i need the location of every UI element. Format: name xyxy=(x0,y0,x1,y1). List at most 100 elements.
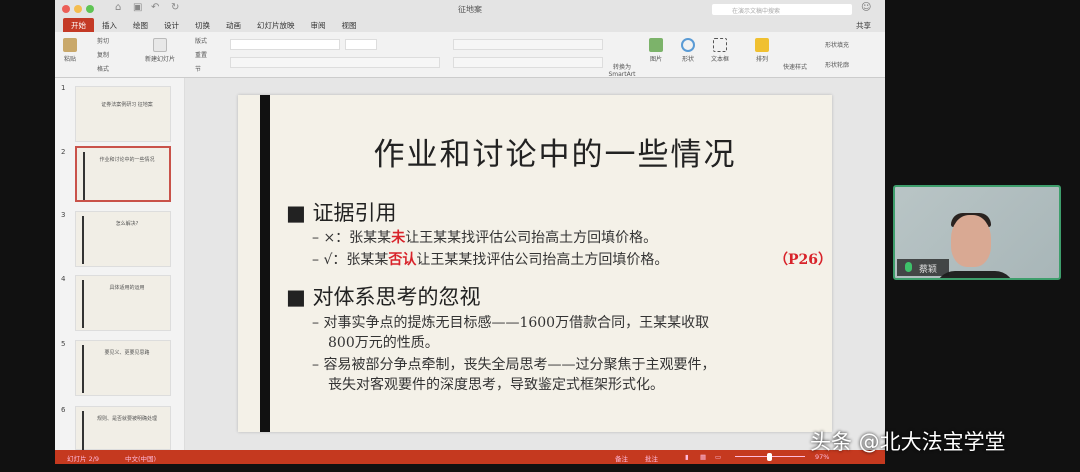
video-participant-tile[interactable]: 蔡颖 xyxy=(893,185,1061,280)
textbox-button[interactable]: 文本框 xyxy=(711,38,729,63)
tab-animations[interactable]: 动画 xyxy=(218,18,249,32)
item-text: – 容易被部分争点牵制，丧失全局思考——过分聚焦于主观要件， xyxy=(312,357,716,373)
cut-button[interactable]: 剪切 xyxy=(97,36,109,45)
slide-title[interactable]: 作业和讨论中的一些情况 xyxy=(238,129,832,174)
thumbnail-number: 4 xyxy=(61,275,66,283)
tab-view[interactable]: 视图 xyxy=(334,18,365,32)
quick-styles-button[interactable]: 快速样式 xyxy=(783,62,807,71)
layout-button[interactable]: 版式 xyxy=(195,36,207,45)
tab-home[interactable]: 开始 xyxy=(63,18,94,32)
new-slide-button[interactable]: 新建幻灯片 xyxy=(145,38,175,63)
thumbnail-title: 证券法案例研习 征地案 xyxy=(101,102,153,108)
format-painter-button[interactable]: 格式 xyxy=(97,64,109,73)
tab-design[interactable]: 设计 xyxy=(156,18,187,32)
microphone-icon xyxy=(905,262,912,272)
bullet-item[interactable]: – 容易被部分争点牵制，丧失全局思考——过分聚焦于主观要件， 丧失对客观要件的深度… xyxy=(312,355,715,395)
current-slide[interactable]: 作业和讨论中的一些情况 ■ 证据引用 – ×：张某某未让王某某找评估公司抬高土方… xyxy=(238,95,832,432)
highlight-text: 未 xyxy=(391,230,406,246)
alignment-toolbar[interactable] xyxy=(453,57,603,68)
thumbnail-title: 怎么解决? xyxy=(115,221,139,227)
slide-thumbnail-2[interactable]: 作业和讨论中的一些情况 xyxy=(75,146,171,202)
thumbnail-bar xyxy=(82,345,84,393)
normal-view-icon[interactable]: ▮ xyxy=(685,453,689,461)
tab-review[interactable]: 审阅 xyxy=(303,18,334,32)
item-text: 让王某某找评估公司抬高土方回填价格。 xyxy=(405,230,658,246)
thumbnail-number: 3 xyxy=(61,211,66,219)
item-text: 让王某某找评估公司抬高土方回填价格。 xyxy=(416,252,669,268)
notes-button[interactable]: 备注 xyxy=(615,453,628,463)
convert-smartart-button[interactable]: 转换为SmartArt xyxy=(605,62,639,78)
ribbon: 粘贴 剪切 复制 格式 新建幻灯片 版式 重置 节 转换为SmartArt 图片… xyxy=(55,32,885,78)
item-text: 丧失对客观要件的深度思考，导致鉴定式框架形式化。 xyxy=(328,377,664,393)
tab-transitions[interactable]: 切换 xyxy=(187,18,218,32)
heading-text: 证据引用 xyxy=(312,201,397,225)
tab-insert[interactable]: 插入 xyxy=(94,18,125,32)
shape-icon xyxy=(681,38,695,52)
picture-label: 图片 xyxy=(649,56,662,63)
slide-thumbnail-5[interactable]: 要见义、更要见思路 xyxy=(75,340,171,396)
slide-thumbnail-6[interactable]: 规则、是否就要被明确处理 xyxy=(75,406,171,459)
font-format-toolbar[interactable] xyxy=(230,57,440,68)
new-slide-label: 新建幻灯片 xyxy=(145,56,176,63)
arrange-button[interactable]: 排列 xyxy=(755,38,769,63)
participant-face xyxy=(951,215,991,267)
ribbon-tabs: 开始 插入 绘图 设计 切换 动画 幻灯片放映 审阅 视图 共享 xyxy=(55,18,885,32)
reading-view-icon[interactable]: ▭ xyxy=(715,453,721,461)
thumbnail-title: 具体适用的运用 xyxy=(109,285,145,291)
tab-draw[interactable]: 绘图 xyxy=(125,18,156,32)
bullet-heading[interactable]: ■ 证据引用 xyxy=(286,197,397,227)
thumbnail-number: 6 xyxy=(61,406,66,414)
picture-icon xyxy=(649,38,663,52)
slide-thumbnail-1[interactable]: 证券法案例研习 征地案 xyxy=(75,86,171,142)
item-text: – ×：张某某 xyxy=(312,230,392,246)
font-name-select[interactable] xyxy=(230,39,340,50)
language-indicator[interactable]: 中文(中国) xyxy=(125,453,156,463)
slide-thumbnails-panel[interactable]: 1 证券法案例研习 征地案 2 作业和讨论中的一些情况 3 怎么解决? 4 具体… xyxy=(55,78,185,459)
shape-label: 形状 xyxy=(681,56,694,63)
participant-name: 蔡颖 xyxy=(919,265,938,275)
item-text: – 对事实争点的提炼无目标感——1600万借款合同，王某某收取 xyxy=(312,315,710,331)
zoom-slider-thumb[interactable] xyxy=(767,453,772,461)
slide-thumbnail-4[interactable]: 具体适用的运用 xyxy=(75,275,171,331)
participant-nametag: 蔡颖 xyxy=(897,259,949,276)
reset-button[interactable]: 重置 xyxy=(195,50,207,59)
copy-button[interactable]: 复制 xyxy=(97,50,109,59)
user-icon[interactable]: ☺ xyxy=(861,2,871,13)
shape-fill-button[interactable]: 形状填充 xyxy=(825,40,849,49)
bullet-item[interactable]: – √：张某某否认让王某某找评估公司抬高土方回填价格。 （P26） xyxy=(312,250,832,270)
sorter-view-icon[interactable]: ▦ xyxy=(700,453,706,461)
thumbnail-number: 5 xyxy=(61,340,66,348)
thumbnail-bar xyxy=(82,280,84,328)
highlight-text: 否认 xyxy=(388,252,417,268)
arrange-icon xyxy=(755,38,769,52)
paragraph-toolbar[interactable] xyxy=(453,39,603,50)
thumbnail-bar xyxy=(82,216,84,264)
share-button[interactable]: 共享 xyxy=(856,20,871,31)
paste-button[interactable]: 粘贴 xyxy=(63,38,77,63)
arrange-label: 排列 xyxy=(755,56,768,63)
picture-button[interactable]: 图片 xyxy=(649,38,663,63)
slide-editor-canvas[interactable]: 作业和讨论中的一些情况 ■ 证据引用 – ×：张某某未让王某某找评估公司抬高土方… xyxy=(185,78,885,450)
title-bar: ⌂ ▣ ↶ ↻ 征地案 在演示文稿中搜索 ☺ xyxy=(55,0,885,18)
thumbnail-number: 1 xyxy=(61,84,66,92)
slide-counter: 幻灯片 2/9 xyxy=(67,455,100,463)
font-size-select[interactable] xyxy=(345,39,377,50)
item-text: – √：张某某 xyxy=(312,252,389,268)
textbox-icon xyxy=(713,38,727,52)
tab-slideshow[interactable]: 幻灯片放映 xyxy=(249,18,303,32)
bullet-item[interactable]: – 对事实争点的提炼无目标感——1600万借款合同，王某某收取 800万元的性质。 xyxy=(312,313,709,353)
shape-outline-button[interactable]: 形状轮廓 xyxy=(825,60,849,69)
paste-icon xyxy=(63,38,77,52)
status-bar: 幻灯片 2/9 中文(中国) 备注 批注 ▮ ▦ ▭ 97% xyxy=(55,450,885,464)
bullet-item[interactable]: – ×：张某某未让王某某找评估公司抬高土方回填价格。 xyxy=(312,228,657,248)
thumbnail-title: 要见义、更要见思路 xyxy=(104,350,150,356)
section-button[interactable]: 节 xyxy=(195,64,201,73)
new-slide-icon xyxy=(153,38,167,52)
watermark: 头条 @北大法宝学堂 xyxy=(810,430,1006,454)
search-input[interactable]: 在演示文稿中搜索 xyxy=(712,4,852,15)
page-reference: （P26） xyxy=(773,252,832,268)
comments-button[interactable]: 批注 xyxy=(645,453,658,463)
bullet-heading[interactable]: ■ 对体系思考的忽视 xyxy=(286,281,481,311)
shape-button[interactable]: 形状 xyxy=(681,38,695,63)
slide-thumbnail-3[interactable]: 怎么解决? xyxy=(75,211,171,267)
